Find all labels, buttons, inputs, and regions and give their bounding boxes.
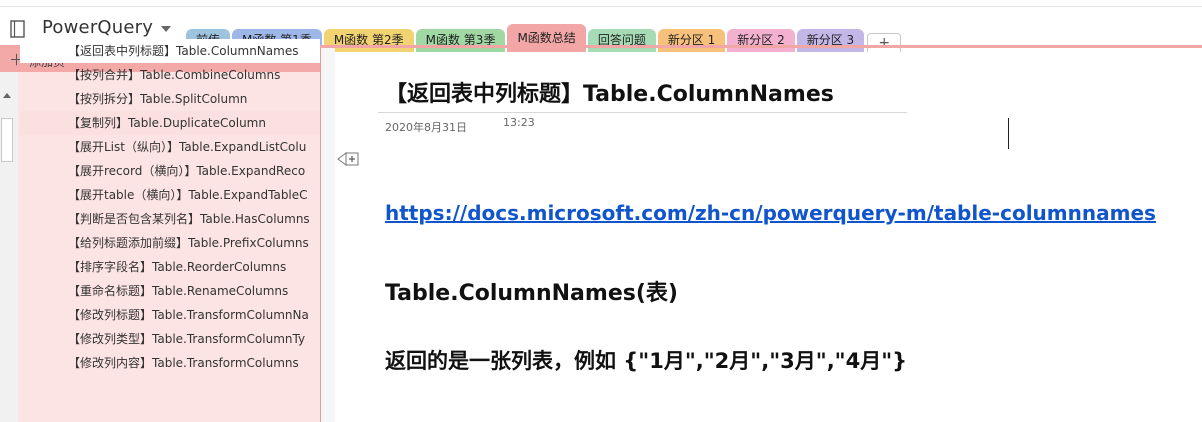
add-section-button[interactable]: + <box>867 33 902 52</box>
section-tab-8[interactable]: 新分区 2 <box>727 29 795 52</box>
page-list-item[interactable]: 【按列拆分】Table.SplitColumn <box>20 87 320 111</box>
section-tab-7[interactable]: 新分区 1 <box>657 29 726 52</box>
section-tab-6[interactable]: 回答问题 <box>587 29 656 52</box>
page-list-item[interactable]: 【返回表中列标题】Table.ColumnNames <box>20 39 320 63</box>
text-cursor <box>1008 118 1009 149</box>
section-tab-9[interactable]: 新分区 3 <box>796 29 865 52</box>
notebook-icon[interactable] <box>10 20 25 38</box>
page-list-item[interactable]: 【展开List（纵向）】Table.ExpandListColu <box>20 135 320 159</box>
example-paragraph[interactable]: 返回的是一张列表，例如 {"1月","2月","3月","4月"} <box>385 345 907 375</box>
title-divider <box>378 112 907 113</box>
page-list-item[interactable]: 【判断是否包含某列名】Table.HasColumns <box>20 207 320 231</box>
page-list-item[interactable]: 【展开table（横向）】Table.ExpandTableC <box>20 183 320 207</box>
page-list-item[interactable]: 【重命名标题】Table.RenameColumns <box>20 279 320 303</box>
page-title[interactable]: 【返回表中列标题】Table.ColumnNames <box>385 76 834 108</box>
page-list: 【返回表中列标题】Table.ColumnNames 【按列合并】Table.Co… <box>20 39 320 375</box>
page-list-item[interactable]: 【修改列标题】Table.TransformColumnNa <box>20 303 320 327</box>
page-list-item[interactable]: 【复制列】Table.DuplicateColumn <box>20 111 320 135</box>
documentation-link[interactable]: https://docs.microsoft.com/zh-cn/powerqu… <box>385 201 1156 225</box>
page-list-item[interactable]: 【按列合并】Table.CombineColumns <box>20 63 320 87</box>
notebook-name[interactable]: PowerQuery <box>42 17 153 38</box>
page-time: 13:23 <box>503 116 535 129</box>
section-tab-4[interactable]: M函数 第3季 <box>415 29 506 52</box>
syntax-paragraph[interactable]: Table.ColumnNames(表) <box>385 275 678 307</box>
page-list-item[interactable]: 【排序字段名】Table.ReorderColumns <box>20 255 320 279</box>
page-list-scrollbar[interactable] <box>0 72 18 422</box>
chevron-down-icon[interactable] <box>161 26 171 32</box>
page-list-item[interactable]: 【修改列类型】Table.TransformColumnTy <box>20 327 320 351</box>
page-list-item[interactable]: 【给列标题添加前缀】Table.PrefixColumns <box>20 231 320 255</box>
page-date: 2020年8月31日 <box>385 121 467 134</box>
content-gutter <box>321 48 335 422</box>
section-tab-3[interactable]: M函数 第2季 <box>323 29 414 52</box>
page-list-item[interactable]: 【修改列内容】Table.TransformColumns <box>20 351 320 375</box>
page-list-item[interactable]: 【展开record（横向）】Table.ExpandReco <box>20 159 320 183</box>
window-top-strip <box>0 0 1202 7</box>
expand-page-handle-icon[interactable] <box>337 152 359 166</box>
scrollbar-thumb[interactable] <box>1 118 13 162</box>
scroll-up-icon[interactable] <box>3 93 11 98</box>
